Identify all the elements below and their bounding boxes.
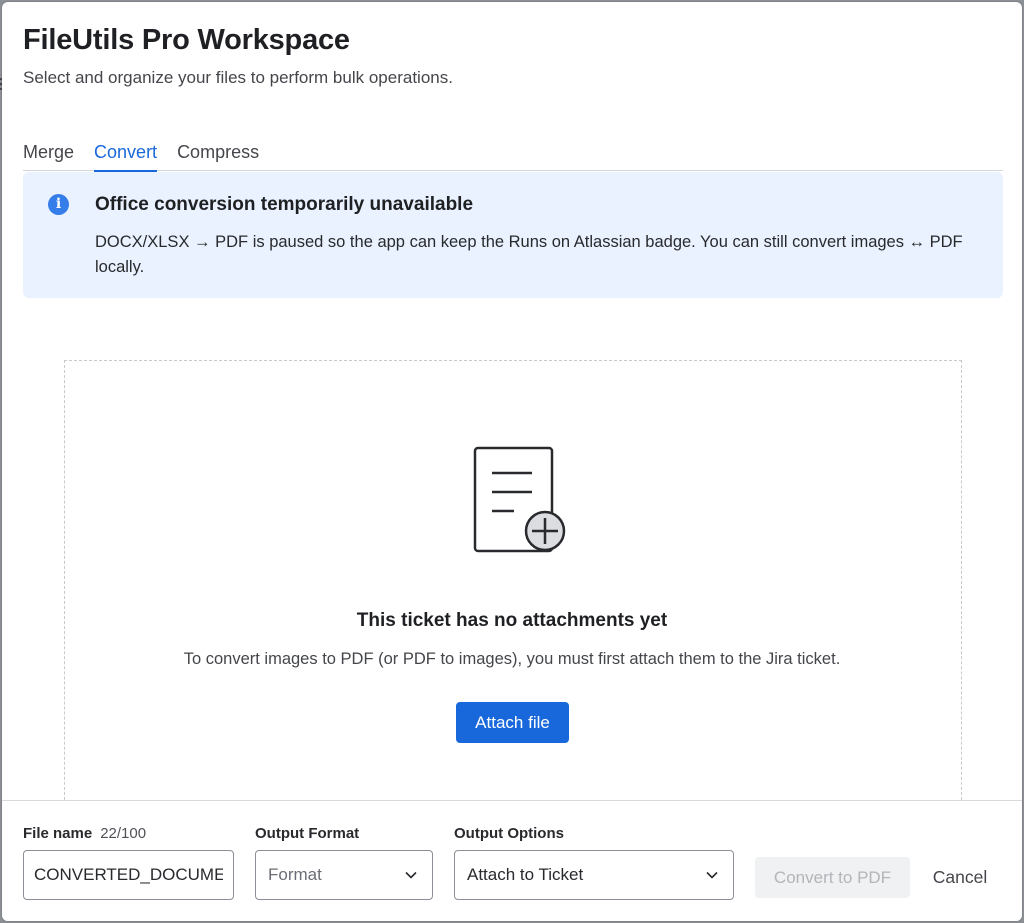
file-name-label: File name 22/100	[23, 825, 146, 842]
output-options-value: Attach to Ticket	[467, 865, 584, 884]
banner-body: DOCX/XLSX → PDF is paused so the app can…	[95, 233, 963, 276]
tab-merge[interactable]: Merge	[23, 130, 74, 171]
info-icon: i	[48, 194, 69, 215]
modal-title: FileUtils Pro Workspace	[23, 24, 350, 56]
output-format-select[interactable]: Format	[255, 850, 433, 900]
info-banner: i Office conversion temporarily unavaila…	[23, 172, 1003, 298]
tab-convert[interactable]: Convert	[94, 130, 158, 172]
chevron-down-icon	[706, 871, 718, 879]
banner-title: Office conversion temporarily unavailabl…	[95, 194, 474, 215]
document-add-icon	[473, 446, 566, 553]
attach-file-button[interactable]: Attach file	[456, 702, 569, 743]
cancel-button[interactable]: Cancel	[920, 857, 1000, 898]
file-name-input[interactable]	[23, 850, 234, 900]
file-name-label-text: File name	[23, 825, 93, 842]
workspace-modal: FileUtils Pro Workspace Select and organ…	[2, 2, 1022, 921]
convert-to-pdf-button[interactable]: Convert to PDF	[755, 857, 910, 898]
empty-state-description: To convert images to PDF (or PDF to imag…	[183, 650, 841, 668]
tab-list: Merge Convert Compress	[23, 130, 1003, 172]
modal-subtitle: Select and organize your files to perfor…	[23, 68, 453, 87]
empty-state-title: This ticket has no attachments yet	[356, 610, 668, 631]
output-format-placeholder: Format	[268, 865, 322, 884]
file-dropzone[interactable]	[64, 360, 962, 830]
modal-footer: File name 22/100 Output Format Format Out…	[2, 800, 1022, 921]
chevron-down-icon	[405, 871, 417, 879]
output-options-select[interactable]: Attach to Ticket	[454, 850, 734, 900]
output-format-label: Output Format	[255, 825, 360, 842]
char-counter: 22/100	[100, 825, 147, 842]
output-options-label: Output Options	[454, 825, 564, 842]
tab-compress[interactable]: Compress	[177, 130, 259, 171]
